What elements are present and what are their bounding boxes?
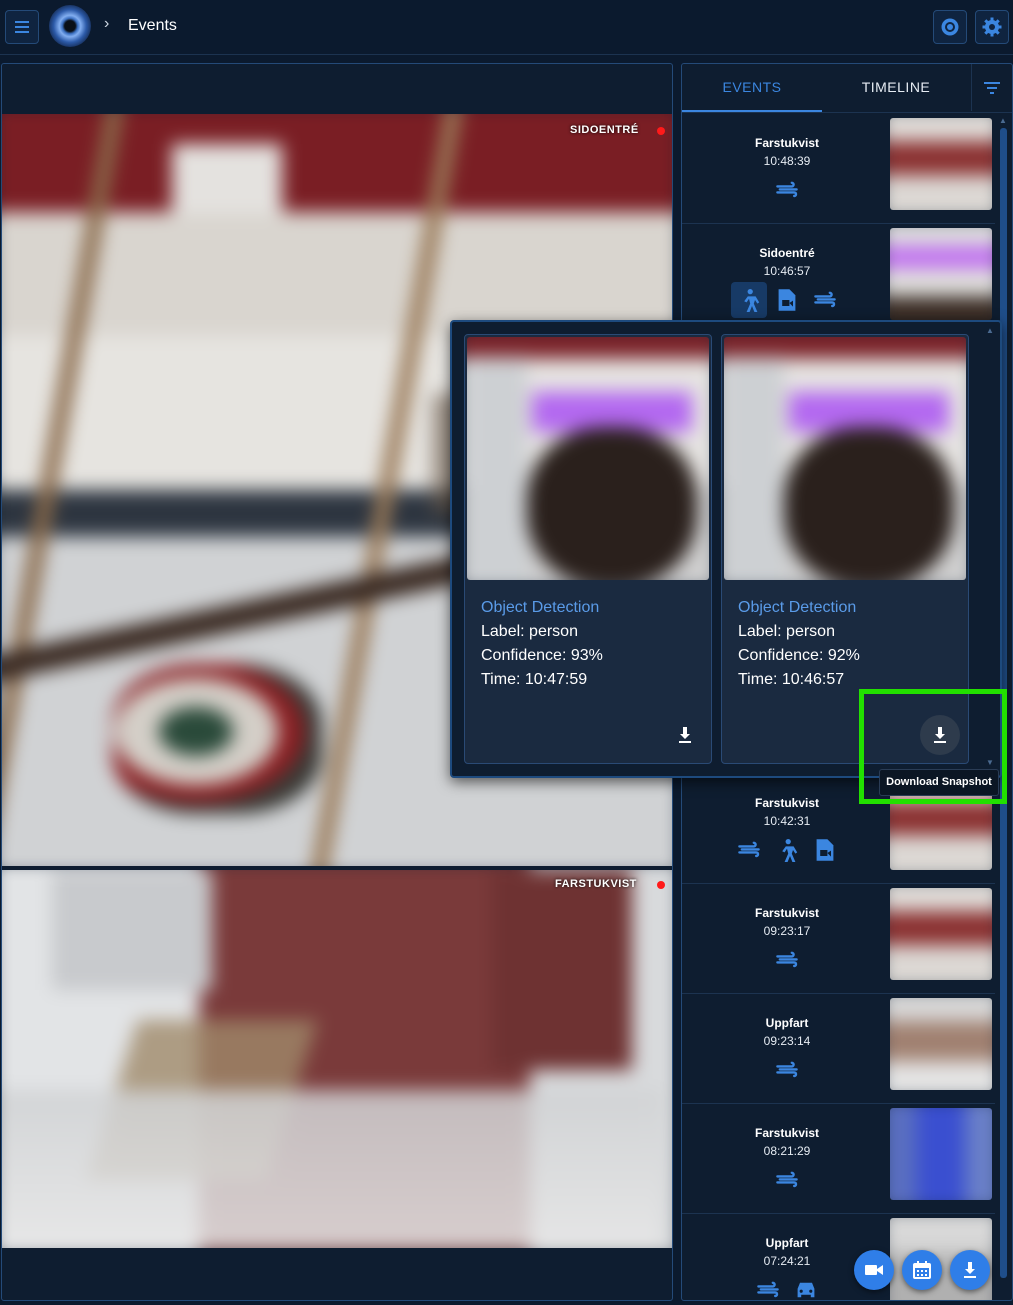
event-thumbnail[interactable] <box>890 1108 992 1200</box>
camera-label: FARSTUKVIST <box>555 878 637 890</box>
filter-icon-bar <box>987 87 997 89</box>
motion-icon[interactable] <box>750 1272 786 1300</box>
camera-fab-button[interactable] <box>854 1250 894 1290</box>
event-camera-name: Farstukvist <box>754 136 820 150</box>
motion-icon[interactable] <box>769 942 805 978</box>
event-camera-name: Uppfart <box>765 1016 809 1030</box>
recording-indicator <box>657 127 665 135</box>
tab-timeline[interactable]: TIMELINE <box>822 64 970 110</box>
gear-icon <box>982 17 1002 37</box>
video-file-icon[interactable] <box>769 282 805 318</box>
logo <box>49 5 91 47</box>
card-time: Time: 10:46:57 <box>738 671 845 688</box>
motion-icon[interactable] <box>769 172 805 208</box>
tab-events[interactable]: EVENTS <box>682 64 822 112</box>
settings-button[interactable] <box>975 10 1009 44</box>
breadcrumb: Events <box>128 17 177 34</box>
event-camera-name: Farstukvist <box>754 1126 820 1140</box>
scroll-up-icon[interactable]: ▲ <box>999 116 1007 125</box>
filter-button[interactable] <box>971 64 1012 111</box>
event-thumbnail[interactable] <box>890 888 992 980</box>
snapshot-image[interactable] <box>467 337 709 580</box>
event-thumbnail-image <box>890 998 992 1090</box>
event-thumbnail-image <box>890 888 992 980</box>
event-camera-name: Sidoentré <box>759 246 815 260</box>
menu-icon-bar <box>15 31 29 33</box>
event-type-icons <box>682 1162 892 1198</box>
person-icon[interactable] <box>731 282 767 318</box>
tab-bar: EVENTS TIMELINE <box>682 64 1012 113</box>
tooltip: Download Snapshot <box>879 769 999 796</box>
snapshot-card: Object Detection Label: person Confidenc… <box>464 334 712 764</box>
card-confidence: Confidence: 93% <box>481 647 603 664</box>
event-item[interactable]: Uppfart 09:23:14 <box>682 994 995 1104</box>
event-thumbnail-image <box>890 118 992 210</box>
event-camera-name: Uppfart <box>765 1236 809 1250</box>
event-time: 09:23:17 <box>763 924 811 938</box>
event-time: 08:21:29 <box>763 1144 811 1158</box>
camera-label: SIDOENTRÉ <box>570 124 639 136</box>
motion-icon[interactable] <box>731 832 767 868</box>
event-time: 10:46:57 <box>763 264 811 278</box>
video-file-icon[interactable] <box>807 832 843 868</box>
event-thumbnail[interactable] <box>890 118 992 210</box>
menu-icon <box>15 21 29 23</box>
event-thumbnail-image <box>890 228 992 320</box>
event-thumbnail[interactable] <box>890 998 992 1090</box>
event-time: 10:48:39 <box>763 154 811 168</box>
recording-indicator <box>657 881 665 889</box>
camera-feed-farstukvist[interactable]: FARSTUKVIST <box>2 870 672 1248</box>
filter-icon-bar <box>990 92 994 94</box>
event-type-icons <box>682 832 892 868</box>
top-bar: › Events <box>0 0 1013 55</box>
card-confidence: Confidence: 92% <box>738 647 860 664</box>
event-item[interactable]: Farstukvist 09:23:17 <box>682 884 995 994</box>
camera-image <box>2 870 672 1248</box>
download-fab-button[interactable] <box>950 1250 990 1290</box>
event-time: 10:42:31 <box>763 814 811 828</box>
event-item[interactable]: Farstukvist 10:48:39 <box>682 114 995 224</box>
chevron-right-icon: › <box>104 15 110 32</box>
event-item[interactable]: Sidoentré 10:46:57 <box>682 224 995 334</box>
snapshot-image[interactable] <box>724 337 966 580</box>
download-icon <box>964 1262 976 1278</box>
event-time: 09:23:14 <box>763 1034 811 1048</box>
event-type-icons <box>682 282 892 318</box>
menu-button[interactable] <box>5 10 39 44</box>
event-camera-name: Farstukvist <box>754 906 820 920</box>
card-time: Time: 10:47:59 <box>481 671 588 688</box>
motion-icon[interactable] <box>769 1052 805 1088</box>
event-item[interactable]: Farstukvist 08:21:29 <box>682 1104 995 1214</box>
calendar-fab-button[interactable] <box>902 1250 942 1290</box>
theme-button[interactable] <box>933 10 967 44</box>
person-icon[interactable] <box>769 832 805 868</box>
scroll-up-icon[interactable]: ▲ <box>986 326 994 335</box>
snapshot-image-content <box>724 337 966 580</box>
snapshot-image-content <box>467 337 709 580</box>
event-item[interactable]: Uppfart 07:24:21 <box>682 1214 995 1300</box>
event-thumbnail[interactable] <box>890 228 992 320</box>
menu-icon-bar <box>15 26 29 28</box>
event-thumbnail-image <box>890 1108 992 1200</box>
download-snapshot-button[interactable] <box>665 715 705 755</box>
event-type-icons <box>682 1052 892 1088</box>
card-label: Label: person <box>481 623 578 640</box>
download-icon <box>679 727 691 743</box>
event-type-icons <box>682 942 892 978</box>
card-title: Object Detection <box>738 599 857 616</box>
card-label: Label: person <box>738 623 835 640</box>
event-type-icons <box>682 172 892 208</box>
video-camera-icon <box>865 1265 883 1275</box>
brightness-icon <box>941 18 959 36</box>
filter-icon <box>984 82 1000 84</box>
motion-icon[interactable] <box>807 282 843 318</box>
car-icon[interactable] <box>788 1272 824 1300</box>
motion-icon[interactable] <box>769 1162 805 1198</box>
card-title: Object Detection <box>481 599 600 616</box>
calendar-icon <box>913 1261 931 1279</box>
